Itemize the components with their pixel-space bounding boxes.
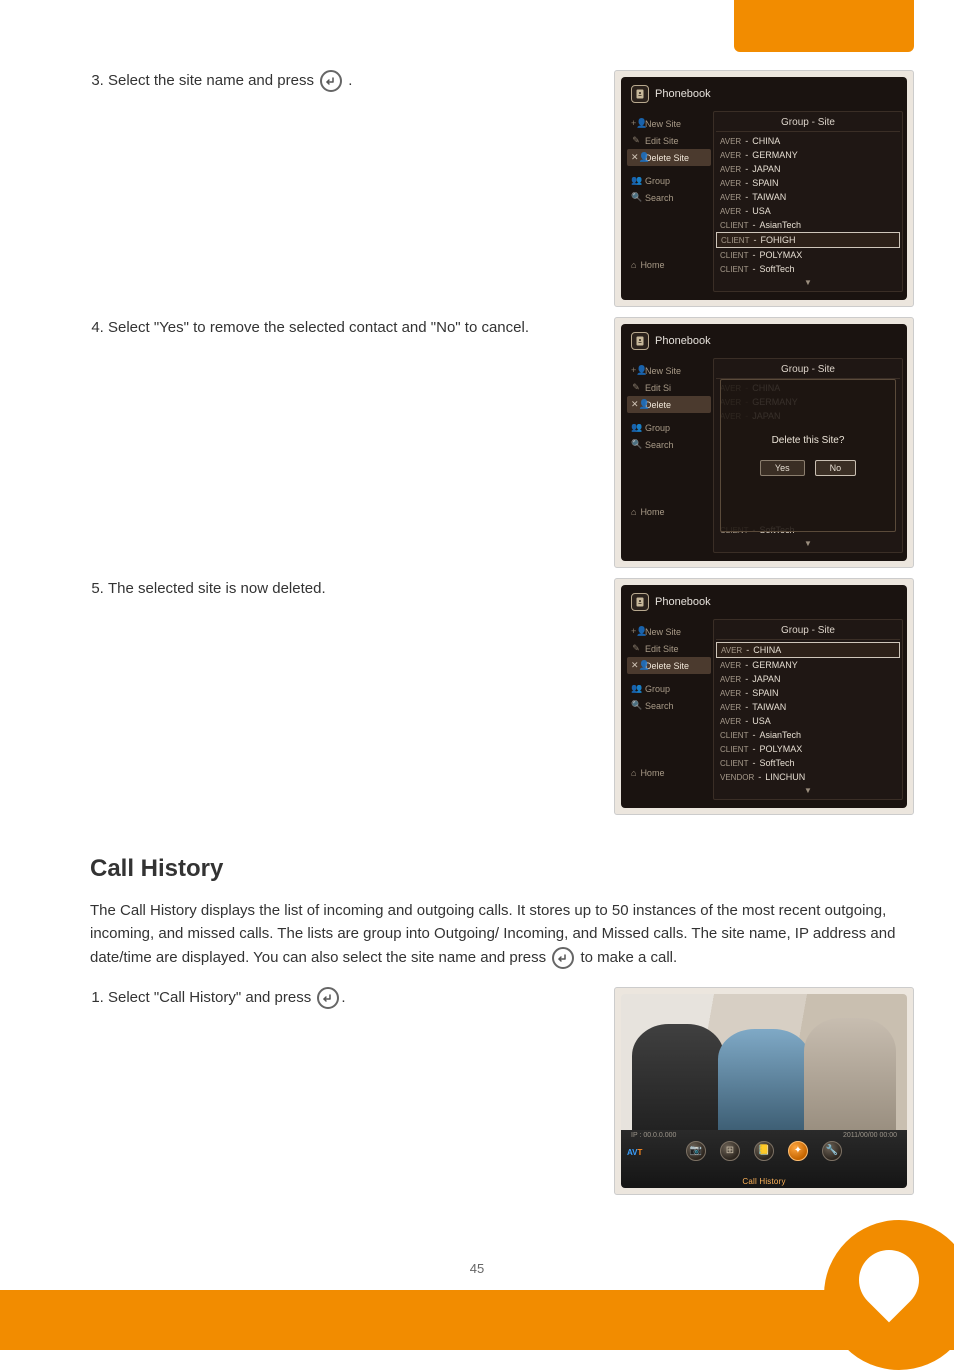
list-item[interactable]: AVER-GERMANY — [716, 148, 900, 162]
list-item[interactable]: CLIENT-AsianTech — [716, 218, 900, 232]
enter-icon — [320, 70, 342, 92]
list-item[interactable]: AVER-SPAIN — [716, 686, 900, 700]
phonebook-icon — [631, 593, 649, 611]
panel-title: Group - Site — [716, 114, 900, 132]
dialog-question: Delete this Site? — [772, 435, 845, 446]
list-item[interactable]: CLIENT-SoftTech — [716, 756, 900, 770]
sidebar-item-group[interactable]: 👥Group — [627, 680, 711, 697]
status-datetime: 2011/00/00 00:00 — [843, 1132, 897, 1139]
home-call-history-icon[interactable]: ✦ — [788, 1141, 808, 1161]
page-number: 45 — [0, 1261, 954, 1276]
list-item[interactable]: CLIENT-AsianTech — [716, 728, 900, 742]
dialog-no-button[interactable]: No — [815, 460, 857, 476]
sidebar-item-edit-site[interactable]: ✎Edit Si — [627, 379, 711, 396]
call-history-description: The Call History displays the list of in… — [90, 899, 914, 969]
phonebook-header: Phonebook — [655, 596, 711, 608]
sidebar-item-delete-site[interactable]: ✕👤Delete — [627, 396, 711, 413]
home-settings-icon[interactable]: 🔧 — [822, 1141, 842, 1161]
home-screen-screenshot: IP : 00.0.0.000 2011/00/00 00:00 AVT 📷 ⊞… — [614, 987, 914, 1195]
sidebar-item-delete-site[interactable]: ✕👤Delete Site — [627, 149, 711, 166]
sidebar-item-search[interactable]: 🔍Search — [627, 189, 711, 206]
phonebook-sidebar: +👤New Site ✎Edit Site ✕👤Delete Site 👥Gro… — [625, 619, 711, 800]
phonebook-screenshot-1: Phonebook +👤New Site ✎Edit Site ✕👤Delete… — [614, 70, 914, 307]
list-item[interactable]: AVER-USA — [716, 714, 900, 728]
sidebar-item-home[interactable]: ⌂Home — [627, 256, 711, 274]
sidebar-item-home[interactable]: ⌂Home — [627, 764, 711, 782]
list-item[interactable]: CLIENT-FOHIGH — [716, 232, 900, 248]
phonebook-header: Phonebook — [655, 88, 711, 100]
sidebar-item-edit-site[interactable]: ✎Edit Site — [627, 132, 711, 149]
list-item[interactable]: CLIENT-POLYMAX — [716, 742, 900, 756]
status-ip: IP : 00.0.0.000 — [631, 1132, 676, 1139]
header-orange-tab — [734, 0, 914, 52]
step-3: Select the site name and press . — [108, 70, 596, 93]
list-item[interactable]: CLIENT-SoftTech — [716, 262, 900, 276]
brand-corner-logo — [824, 1220, 954, 1370]
list-item[interactable]: AVER-CHINA — [716, 134, 900, 148]
sidebar-item-group[interactable]: 👥Group — [627, 419, 711, 436]
list-item[interactable]: AVER-JAPAN — [716, 672, 900, 686]
panel-title: Group - Site — [716, 622, 900, 640]
home-dial-icon[interactable]: 📷 — [686, 1141, 706, 1161]
list-item[interactable]: AVER-CHINA — [716, 642, 900, 658]
list-item[interactable]: AVER-TAIWAN — [716, 700, 900, 714]
panel-title: Group - Site — [716, 361, 900, 379]
sidebar-item-new-site[interactable]: +👤New Site — [627, 623, 711, 640]
callhistory-step-1: Select "Call History" and press . — [108, 987, 596, 1010]
sidebar-item-search[interactable]: 🔍Search — [627, 436, 711, 453]
scroll-down-icon[interactable]: ▼ — [716, 539, 900, 548]
step-3-prefix: Select the site name and press — [108, 72, 314, 89]
sidebar-item-group[interactable]: 👥Group — [627, 172, 711, 189]
home-screen-photo — [621, 994, 907, 1130]
phonebook-sidebar: +👤New Site ✎Edit Site ✕👤Delete Site 👥Gro… — [625, 111, 711, 292]
footer-orange-band — [0, 1290, 954, 1350]
step-4-text: Select "Yes" to remove the selected cont… — [108, 319, 529, 336]
call-history-heading: Call History — [90, 855, 914, 883]
home-keypad-icon[interactable]: ⊞ — [720, 1141, 740, 1161]
enter-icon — [317, 987, 339, 1009]
brand-logo: AVT — [627, 1148, 642, 1157]
site-list: AVER-CHINAAVER-GERMANYAVER-JAPANAVER-SPA… — [716, 134, 900, 276]
step-3-suffix: . — [348, 72, 352, 89]
home-phonebook-icon[interactable]: 📒 — [754, 1141, 774, 1161]
sidebar-item-new-site[interactable]: +👤New Site — [627, 362, 711, 379]
list-item[interactable]: VENDOR-LINCHUN — [716, 770, 900, 784]
phonebook-icon — [631, 332, 649, 350]
phonebook-header: Phonebook — [655, 335, 711, 347]
scroll-down-icon[interactable]: ▼ — [716, 278, 900, 287]
step-4: Select "Yes" to remove the selected cont… — [108, 317, 596, 340]
step-5-text: The selected site is now deleted. — [108, 580, 326, 597]
enter-icon — [552, 947, 574, 969]
sidebar-item-home[interactable]: ⌂Home — [627, 503, 711, 521]
phonebook-sidebar: +👤New Site ✎Edit Si ✕👤Delete 👥Group 🔍Sea… — [625, 358, 711, 553]
list-item[interactable]: AVER-SPAIN — [716, 176, 900, 190]
phonebook-screenshot-3: Phonebook +👤New Site ✎Edit Site ✕👤Delete… — [614, 578, 914, 815]
list-item[interactable]: CLIENT-POLYMAX — [716, 248, 900, 262]
dialog-yes-button[interactable]: Yes — [760, 460, 805, 476]
status-bar: IP : 00.0.0.000 2011/00/00 00:00 — [621, 1130, 907, 1139]
step-5: The selected site is now deleted. — [108, 578, 596, 601]
list-item[interactable]: AVER-TAIWAN — [716, 190, 900, 204]
list-item[interactable]: AVER-USA — [716, 204, 900, 218]
sidebar-item-edit-site[interactable]: ✎Edit Site — [627, 640, 711, 657]
delete-dialog: Delete this Site? Yes No — [720, 379, 896, 532]
phonebook-screenshot-2: Phonebook +👤New Site ✎Edit Si ✕👤Delete 👥… — [614, 317, 914, 568]
sidebar-item-search[interactable]: 🔍Search — [627, 697, 711, 714]
phonebook-icon — [631, 85, 649, 103]
home-selected-label: Call History — [621, 1177, 907, 1186]
sidebar-item-delete-site[interactable]: ✕👤Delete Site — [627, 657, 711, 674]
scroll-down-icon[interactable]: ▼ — [716, 786, 900, 795]
list-item[interactable]: AVER-GERMANY — [716, 658, 900, 672]
sidebar-item-new-site[interactable]: +👤New Site — [627, 115, 711, 132]
site-list: AVER-CHINAAVER-GERMANYAVER-JAPANAVER-SPA… — [716, 642, 900, 784]
list-item[interactable]: AVER-JAPAN — [716, 162, 900, 176]
